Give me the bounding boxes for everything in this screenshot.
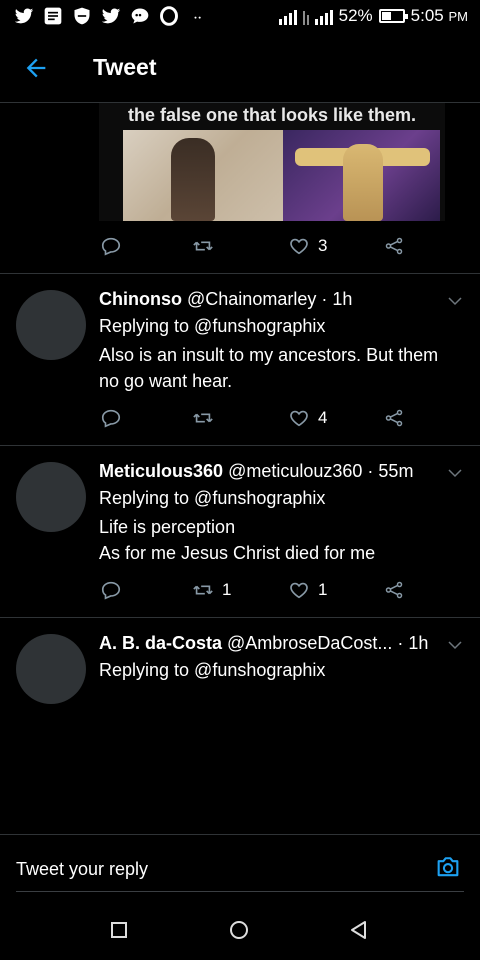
opera-icon [160, 6, 178, 26]
heart-icon [290, 238, 308, 255]
tweet-text: Also is an insult to my ancestors. But t… [99, 342, 469, 394]
system-nav-bar [0, 904, 480, 960]
handle: @Chainomarley [187, 289, 317, 309]
avatar[interactable] [16, 290, 86, 360]
like-button[interactable]: 4 [288, 407, 327, 429]
avatar[interactable] [16, 634, 86, 704]
tweet-text-line: Life is perception [99, 517, 236, 537]
recent-apps-icon[interactable] [107, 918, 131, 942]
image-left-panel [123, 130, 283, 221]
clock-ampm: PM [448, 9, 469, 24]
like-count: 1 [318, 580, 328, 599]
back-arrow-icon[interactable] [22, 54, 50, 82]
page-title: Tweet [93, 54, 157, 80]
battery-icon [378, 9, 408, 23]
chevron-down-icon[interactable] [446, 636, 464, 654]
retweet-count: 1 [222, 580, 232, 599]
tweet-header: Chinonso @Chainomarley · 1h [99, 289, 434, 310]
data-transfer-icon [302, 7, 309, 25]
reply-button[interactable] [100, 579, 122, 601]
replying-to: Replying to @funshographix [99, 488, 326, 508]
home-icon[interactable] [227, 918, 251, 942]
clock-time: 5:05 [410, 6, 444, 25]
reply-tweet[interactable]: Chinonso @Chainomarley · 1h Replying to … [0, 274, 480, 445]
reply-button[interactable] [100, 407, 122, 429]
replying-to: Replying to @funshographix [99, 660, 326, 680]
message-icon [44, 7, 62, 25]
reply-tweet[interactable]: A. B. da-Costa @AmbroseDaCost... · 1h Re… [0, 618, 480, 833]
back-triangle-icon[interactable] [347, 918, 371, 942]
share-icon [385, 409, 403, 427]
battery-fill [381, 12, 392, 20]
tweet-header: Meticulous360 @meticulouz360 · 55m [99, 461, 434, 482]
notification-icons [14, 6, 208, 26]
tweet-text: Life is perception As for me Jesus Chris… [99, 514, 469, 566]
reply-input[interactable]: Tweet your reply [16, 859, 148, 880]
share-button[interactable] [383, 407, 405, 429]
retweet-button[interactable]: 1 [192, 579, 231, 601]
status-bar: 52% 5:05 PM [0, 0, 480, 34]
more-notifications-icon [194, 16, 201, 19]
camera-icon[interactable] [434, 853, 462, 881]
avatar[interactable] [16, 462, 86, 532]
tweet-actions: 1 1 [100, 576, 420, 604]
display-name[interactable]: Meticulous360 [99, 461, 223, 481]
system-indicators: 52% 5:05 PM [278, 6, 468, 26]
app-bar: Tweet [0, 34, 480, 103]
tweet-text-line: no go want hear. [99, 371, 233, 391]
like-count: 3 [318, 236, 328, 255]
tweet-text-line: Also is an insult to my ancestors. But t… [99, 345, 439, 365]
signal-icon [314, 7, 333, 25]
reply-button[interactable] [100, 235, 122, 257]
signal-icon [278, 7, 297, 25]
share-button[interactable] [383, 235, 405, 257]
heart-icon [290, 582, 308, 599]
twitter-bird-icon [14, 8, 34, 24]
reply-composer: Tweet your reply [0, 834, 480, 905]
twitter-bird-icon [101, 8, 121, 24]
shield-icon [74, 7, 90, 25]
tweet-actions: 4 [100, 404, 420, 432]
image-caption: the false one that looks like them. [127, 105, 417, 125]
reply-icon [101, 237, 121, 256]
reply-tweet[interactable]: Meticulous360 @meticulouz360 · 55m Reply… [0, 446, 480, 617]
tweet-image[interactable]: the false one that looks like them. [99, 103, 445, 221]
tweet-actions: 3 [100, 232, 420, 260]
display-name[interactable]: Chinonso [99, 289, 182, 309]
clock: 5:05 PM [411, 6, 468, 26]
timestamp: · 1h [321, 289, 353, 309]
share-button[interactable] [383, 579, 405, 601]
tweet-text-line: As for me Jesus Christ died for me [99, 543, 376, 563]
chevron-down-icon[interactable] [446, 464, 464, 482]
chat-bubble-icon [131, 8, 149, 24]
reply-icon [101, 409, 121, 428]
timestamp: · 1h [397, 633, 429, 653]
input-underline [16, 891, 464, 892]
retweet-button[interactable] [192, 235, 214, 257]
handle: @meticulouz360 [228, 461, 363, 481]
share-icon [385, 581, 403, 599]
replying-to: Replying to @funshographix [99, 316, 326, 336]
retweet-icon [193, 585, 213, 595]
like-button[interactable]: 3 [288, 235, 327, 257]
handle: @AmbroseDaCost... [227, 633, 393, 653]
tweet-header: A. B. da-Costa @AmbroseDaCost... · 1h [99, 633, 434, 654]
chevron-down-icon[interactable] [446, 292, 464, 310]
heart-icon [290, 410, 308, 427]
like-button[interactable]: 1 [288, 579, 327, 601]
reply-icon [101, 581, 121, 600]
retweet-icon [193, 241, 213, 251]
timestamp: · 55m [367, 461, 414, 481]
retweet-icon [193, 413, 213, 423]
image-right-panel [283, 130, 440, 221]
retweet-button[interactable] [192, 407, 214, 429]
share-icon [385, 237, 403, 255]
battery-percent: 52% [338, 6, 373, 25]
display-name[interactable]: A. B. da-Costa [99, 633, 222, 653]
like-count: 4 [318, 408, 328, 427]
